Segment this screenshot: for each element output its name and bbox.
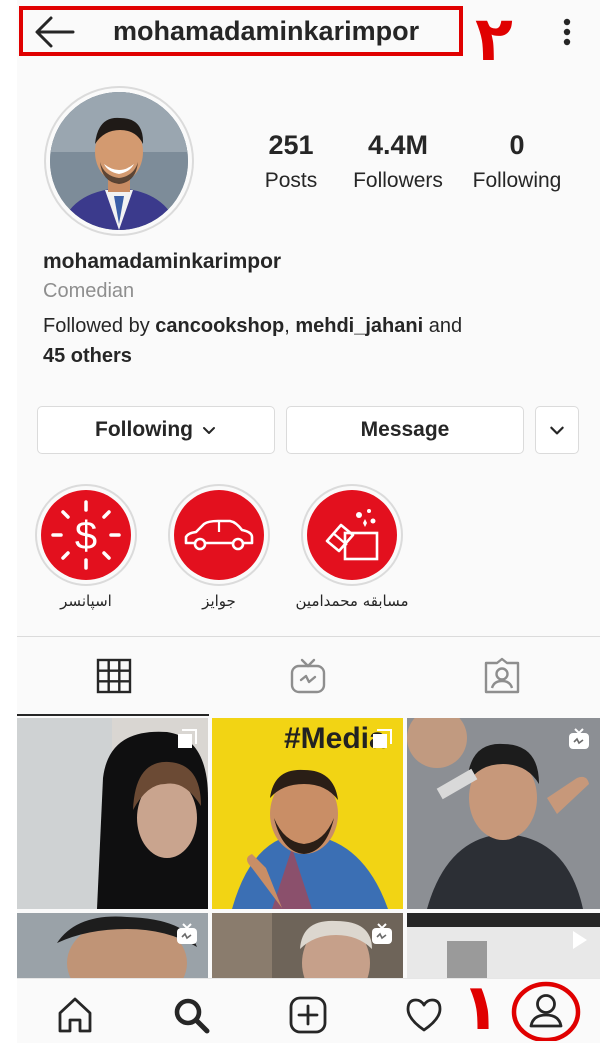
post-thumbnail[interactable] [407,718,600,909]
tab-grid[interactable] [17,652,211,700]
grid-icon [96,658,132,694]
highlight-label: جوایز [202,592,236,610]
chevron-down-icon [202,427,215,434]
followers-count: 4.4M [367,130,429,160]
bottom-nav: ۱ [17,971,600,1043]
highlight-cover [174,490,264,580]
stat-following[interactable]: 0 Following [467,130,567,193]
following-button[interactable]: Following [37,406,275,454]
tab-tagged[interactable] [405,652,599,700]
tab-igtv[interactable] [211,652,405,700]
highlight-ring [168,484,270,586]
and-text: and [423,315,463,337]
highlight-label: اسپانسر [60,592,112,610]
following-count: 0 [509,130,525,160]
svg-text:$: $ [75,514,97,558]
nav-new-post[interactable] [286,993,330,1037]
highlight-ring: $ [35,484,137,586]
active-tab-indicator [17,714,209,716]
message-button-label: Message [360,418,450,441]
dollar-icon: $ [51,500,121,570]
following-button-label: Following [95,418,193,441]
avatar[interactable] [50,92,188,230]
mutual-follower-2[interactable]: mehdi_jahani [295,315,423,337]
post-thumbnail[interactable] [212,913,403,978]
annotation-number-2: ۲ [475,2,513,75]
multi-post-icon [373,729,392,748]
igtv-icon [177,923,197,944]
follower-separator: , [284,315,296,337]
highlight-ring [301,484,403,586]
highlight-cover: $ [41,490,131,580]
home-icon [58,997,92,1033]
tabs-divider [17,636,600,637]
highlight-label: مسابقه محمدامین [295,592,409,610]
posts-label: Posts [264,169,318,192]
heart-icon [406,998,442,1032]
highlight-sponsor[interactable]: $ [35,484,137,586]
gift-icon [325,509,379,561]
play-icon [573,931,587,949]
mutual-follower-1[interactable]: cancookshop [155,315,284,337]
nav-home[interactable] [53,993,97,1037]
header-username: mohamadaminkarimpor [113,16,420,46]
post-thumbnail[interactable] [17,718,208,909]
others-count[interactable]: 45 others [43,345,132,367]
post-thumbnail[interactable] [17,913,208,978]
new-post-icon [289,996,327,1034]
igtv-icon [290,658,326,694]
message-button[interactable]: Message [286,406,524,454]
igtv-icon [372,923,392,944]
profile-name: mohamadaminkarimpor [43,250,282,273]
post-thumbnail[interactable] [407,913,600,978]
post-thumbnail[interactable]: #Media [212,718,403,909]
multi-post-icon [178,729,197,748]
profile-screen: mohamadaminkarimpor ۲ 251 Posts 4.4M Fol [17,0,600,1043]
chevron-down-icon [550,426,564,435]
tagged-icon [484,657,520,694]
profile-icon [511,981,581,1041]
nav-profile[interactable] [511,979,581,1041]
back-arrow-icon[interactable] [33,12,77,52]
stat-followers[interactable]: 4.4M Followers [345,130,451,193]
following-label: Following [472,169,562,192]
nav-search[interactable] [169,993,213,1037]
search-icon [174,998,210,1034]
followed-by-text[interactable]: Followed by cancookshop, mehdi_jahani an… [43,311,513,371]
annotation-number-1: ۱ [461,971,501,1043]
posts-count: 251 [268,130,314,160]
followers-label: Followers [353,169,443,192]
suggested-accounts-button[interactable] [535,406,579,454]
car-icon [184,519,254,551]
stat-posts[interactable]: 251 Posts [245,130,337,193]
highlight-cover [307,490,397,580]
profile-category: Comedian [43,280,135,302]
highlight-prizes[interactable] [168,484,270,586]
igtv-icon [569,728,589,749]
nav-activity[interactable] [402,993,446,1037]
header-bar: mohamadaminkarimpor ۲ [17,0,600,74]
highlight-contest[interactable] [301,484,403,586]
followed-by-prefix: Followed by [43,315,156,337]
more-options-icon[interactable] [555,14,579,50]
